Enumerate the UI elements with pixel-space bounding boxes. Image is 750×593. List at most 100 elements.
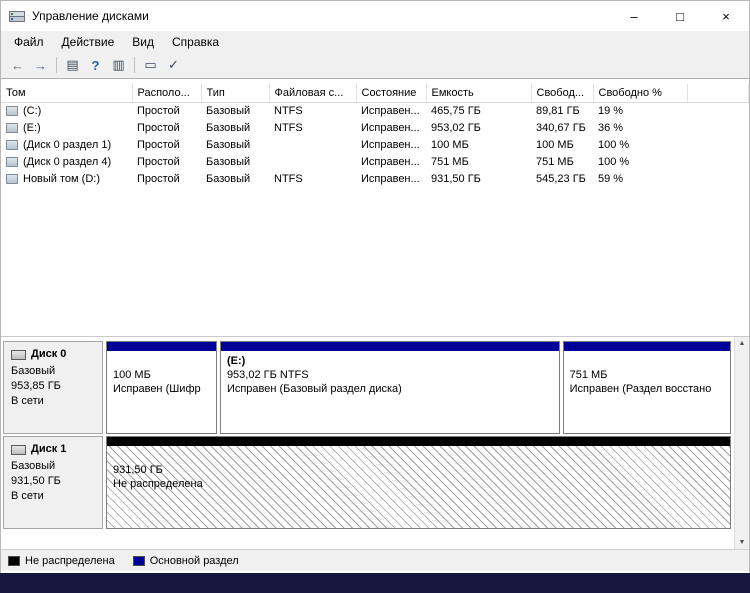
titlebar: Управление дисками – □ × (1, 1, 749, 31)
export-list-icon[interactable]: ▥ (107, 55, 130, 76)
window-title: Управление дисками (32, 9, 149, 23)
cell-free: 340,67 ГБ (531, 119, 593, 136)
scroll-up-icon[interactable]: ▲ (739, 337, 746, 350)
disk-row-0: Диск 0 Базовый 953,85 ГБ В сети 100 МБ И… (3, 341, 731, 434)
cell-layout: Простой (132, 119, 201, 136)
partition-label (113, 449, 724, 463)
col-layout[interactable]: Располо... (132, 84, 201, 102)
cell-status: Исправен... (356, 119, 426, 136)
col-type[interactable]: Тип (201, 84, 269, 102)
cell-status: Исправен... (356, 170, 426, 187)
disk-management-window: Управление дисками – □ × Файл Действие В… (0, 0, 750, 573)
cell-type: Базовый (201, 136, 269, 153)
cell-free-pct: 36 % (593, 119, 687, 136)
partition-label (570, 354, 724, 368)
scroll-down-icon[interactable]: ▼ (739, 536, 746, 549)
minimize-button[interactable]: – (611, 1, 657, 31)
close-button[interactable]: × (703, 1, 749, 31)
toolbar: ← → ▤ ? ▥ ▭ ✓ (1, 52, 749, 79)
disk-row-1: Диск 1 Базовый 931,50 ГБ В сети 931,50 Г… (3, 436, 731, 529)
menu-file[interactable]: Файл (5, 33, 53, 51)
partition-type-strip (107, 437, 730, 446)
cell-layout: Простой (132, 170, 201, 187)
cell-filesystem (269, 136, 356, 153)
window-controls: – □ × (611, 1, 749, 31)
disk-icon (11, 350, 26, 360)
check-disk-icon[interactable]: ✓ (162, 55, 185, 76)
table-row[interactable]: (C:) Простой Базовый NTFS Исправен... 46… (1, 102, 749, 119)
partition-disk0-efi[interactable]: 100 МБ Исправен (Шифр (106, 341, 217, 434)
table-row[interactable]: Новый том (D:) Простой Базовый NTFS Испр… (1, 170, 749, 187)
cell-capacity: 751 МБ (426, 153, 531, 170)
col-free-pct[interactable]: Свободно % (593, 84, 687, 102)
maximize-button[interactable]: □ (657, 1, 703, 31)
cell-type: Базовый (201, 102, 269, 119)
table-row[interactable]: (Диск 0 раздел 4) Простой Базовый Исправ… (1, 153, 749, 170)
cell-layout: Простой (132, 136, 201, 153)
cell-volume: (Диск 0 раздел 1) (23, 139, 111, 151)
cell-capacity: 465,75 ГБ (426, 102, 531, 119)
graphical-view-pane: Диск 0 Базовый 953,85 ГБ В сети 100 МБ И… (1, 337, 749, 549)
col-free[interactable]: Свобод... (531, 84, 593, 102)
menu-view[interactable]: Вид (123, 33, 163, 51)
partition-disk1-unallocated[interactable]: 931,50 ГБ Не распределена (106, 436, 731, 529)
volume-icon (6, 157, 18, 167)
menu-help[interactable]: Справка (163, 33, 228, 51)
partition-disk0-recovery[interactable]: 751 МБ Исправен (Раздел восстано (563, 341, 731, 434)
partition-disk0-e[interactable]: (E:) 953,02 ГБ NTFS Исправен (Базовый ра… (220, 341, 560, 434)
partition-type-strip (564, 342, 730, 351)
cell-filesystem: NTFS (269, 170, 356, 187)
partition-size: 931,50 ГБ (113, 463, 724, 477)
table-row[interactable]: (E:) Простой Базовый NTFS Исправен... 95… (1, 119, 749, 136)
primary-partition-swatch (133, 556, 145, 566)
cell-free-pct: 59 % (593, 170, 687, 187)
disk-1-info-panel[interactable]: Диск 1 Базовый 931,50 ГБ В сети (3, 436, 103, 529)
table-row[interactable]: (Диск 0 раздел 1) Простой Базовый Исправ… (1, 136, 749, 153)
cell-status: Исправен... (356, 102, 426, 119)
cell-volume: Новый том (D:) (23, 173, 100, 185)
partition-type-strip (107, 342, 216, 351)
back-icon[interactable]: ← (6, 55, 29, 76)
col-filesystem[interactable]: Файловая с... (269, 84, 356, 102)
cell-free-pct: 100 % (593, 153, 687, 170)
col-capacity[interactable]: Емкость (426, 84, 531, 102)
cell-type: Базовый (201, 153, 269, 170)
unallocated-swatch (8, 556, 20, 566)
cell-volume: (E:) (23, 122, 41, 134)
volume-icon (6, 174, 18, 184)
col-filler (687, 84, 749, 102)
col-volume[interactable]: Том (1, 84, 132, 102)
legend-label: Основной раздел (150, 555, 239, 567)
partition-type-strip (221, 342, 559, 351)
help-icon[interactable]: ? (84, 55, 107, 76)
menu-action[interactable]: Действие (53, 33, 124, 51)
cell-free-pct: 19 % (593, 102, 687, 119)
disk-management-screen: Управление дисками – □ × Файл Действие В… (0, 0, 750, 593)
disk-status: В сети (11, 394, 95, 409)
cell-free: 545,23 ГБ (531, 170, 593, 187)
forward-icon[interactable]: → (29, 55, 52, 76)
cell-status: Исправен... (356, 136, 426, 153)
console-tree-icon[interactable]: ▤ (61, 55, 84, 76)
cell-volume: (Диск 0 раздел 4) (23, 156, 111, 168)
app-icon (9, 9, 25, 23)
partition-label: (E:) (227, 354, 553, 368)
cell-type: Базовый (201, 170, 269, 187)
disk-1-partitions: 931,50 ГБ Не распределена (106, 436, 731, 529)
col-status[interactable]: Состояние (356, 84, 426, 102)
menubar: Файл Действие Вид Справка (1, 31, 749, 52)
cell-free: 100 МБ (531, 136, 593, 153)
volume-list-pane: Том Располо... Тип Файловая с... Состоян… (1, 79, 749, 337)
partition-status: Исправен (Базовый раздел диска) (227, 382, 553, 396)
partition-label (113, 354, 210, 368)
legend-bar: Не распределена Основной раздел (1, 549, 749, 571)
volume-icon (6, 123, 18, 133)
cell-layout: Простой (132, 102, 201, 119)
disk-name: Диск 1 (31, 442, 66, 457)
cell-layout: Простой (132, 153, 201, 170)
vertical-scrollbar[interactable]: ▲ ▼ (734, 337, 749, 549)
disk-status: В сети (11, 489, 95, 504)
disk-0-info-panel[interactable]: Диск 0 Базовый 953,85 ГБ В сети (3, 341, 103, 434)
properties-icon[interactable]: ▭ (139, 55, 162, 76)
disk-size: 931,50 ГБ (11, 474, 95, 489)
